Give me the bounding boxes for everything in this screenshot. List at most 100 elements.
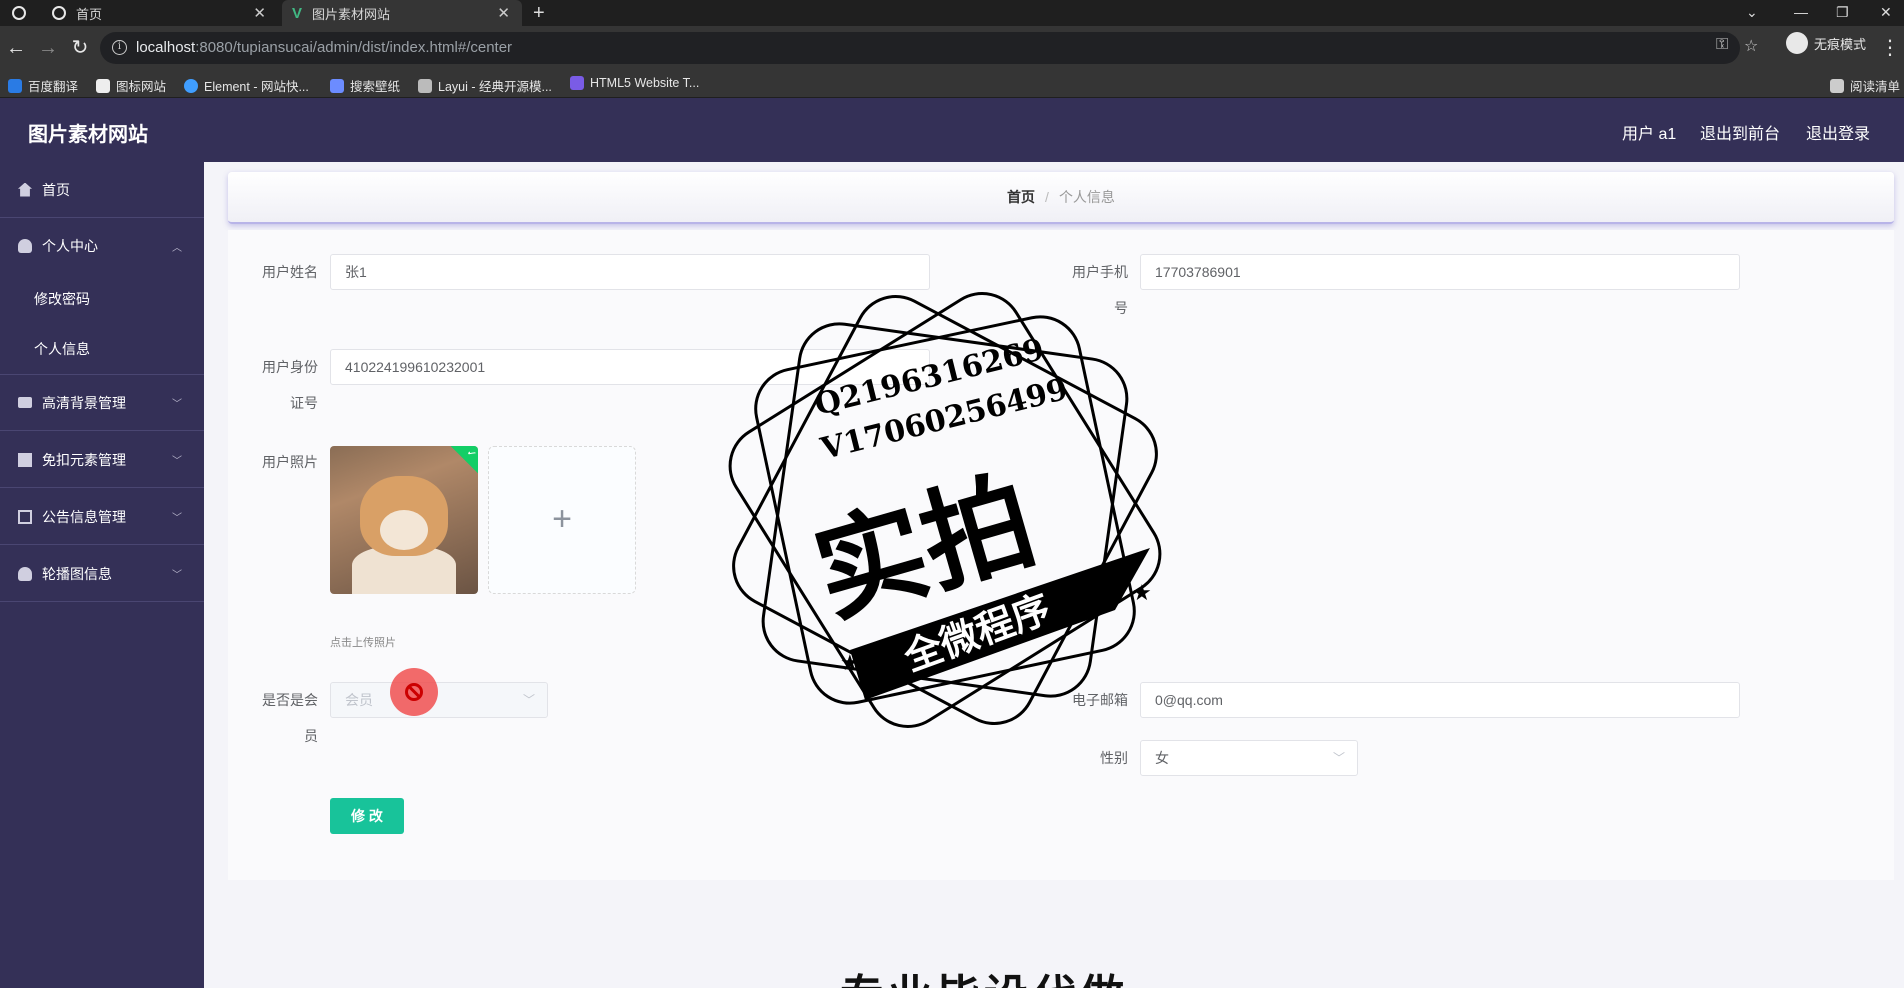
site-brand: 图片素材网站 [28, 124, 148, 146]
gender-select[interactable]: 女 ﹀ [1140, 740, 1358, 776]
reading-list[interactable]: 阅读清单 [1830, 76, 1900, 95]
chevron-down-icon: ﹀ [172, 513, 182, 524]
sidebar: 首页 个人中心 ︿ 修改密码 个人信息 高清背景管理 ﹀ 免扣元素管理 ﹀ 公告… [0, 162, 204, 988]
back-to-front-link[interactable]: 退出到前台 [1700, 120, 1780, 144]
upload-hint: 点击上传照片 [330, 637, 396, 649]
translate-icon [8, 78, 22, 93]
tab-image-site[interactable]: V 图片素材网站 ✕ [282, 0, 522, 26]
breadcrumb-current: 个人信息 [1058, 189, 1115, 205]
clipboard-icon [18, 452, 32, 467]
key-icon[interactable]: ⚿ [1716, 36, 1728, 54]
edit-submit-button[interactable]: 修 改 [330, 798, 404, 834]
member-label: 是否是会 [262, 692, 318, 708]
restore-button[interactable]: ❐ [1836, 0, 1849, 26]
sidebar-item-change-password[interactable]: 修改密码 [0, 274, 204, 324]
browser-menu-button[interactable]: ⋮ [1876, 34, 1904, 62]
url-text: localhost:8080/tupiansucai/admin/dist/in… [136, 39, 513, 56]
breadcrumb-home[interactable]: 首页 [1007, 187, 1035, 207]
sidebar-item-personal-info[interactable]: 个人信息 [0, 324, 204, 375]
sidebar-item-label: 高清背景管理 [42, 394, 126, 411]
incognito-label: 无痕模式 [1814, 36, 1867, 52]
breadcrumb: 首页 / 个人信息 [228, 172, 1894, 224]
sidebar-item-label: 个人中心 [42, 238, 98, 254]
url-input[interactable]: i localhost:8080/tupiansucai/admin/dist/… [100, 32, 1758, 64]
bookmark-item[interactable]: Element - 网站快... [184, 76, 309, 95]
bookmark-item[interactable]: 图标网站 [96, 76, 166, 95]
gender-select-value: 女 [1155, 750, 1169, 766]
incognito-badge[interactable]: 无痕模式 [1786, 32, 1866, 54]
star-icon[interactable]: ☆ [1744, 36, 1758, 56]
tab-title: 首页 [76, 6, 103, 22]
back-button[interactable]: ← [2, 34, 30, 62]
new-tab-button[interactable]: + [533, 0, 545, 26]
sidebar-item-label: 轮播图信息 [42, 565, 112, 582]
sidebar-item-label: 首页 [42, 181, 70, 198]
reload-button[interactable]: ↻ [66, 34, 94, 62]
check-icon: ✓ [449, 446, 478, 476]
sidebar-item-home[interactable]: 首页 [0, 162, 204, 218]
phone-label-cont: 号 [1114, 300, 1128, 316]
id-card-label-cont: 证号 [290, 395, 318, 411]
minimize-button[interactable]: — [1794, 0, 1808, 26]
user-photo[interactable]: ✓ [330, 446, 478, 594]
app-header: 图片素材网站 用户 a1 退出到前台 退出登录 [0, 98, 1904, 162]
watermark-bottom-text: 专业毕设代做 [840, 960, 1128, 988]
phone-label: 用户手机 [1072, 264, 1128, 280]
phone-input[interactable]: 17703786901 [1140, 254, 1740, 290]
close-icon[interactable]: ✕ [253, 4, 266, 22]
sidebar-item-label: 公告信息管理 [42, 508, 126, 525]
close-icon[interactable]: ✕ [497, 4, 510, 22]
logout-link[interactable]: 退出登录 [1806, 120, 1870, 144]
sidebar-item-cutout[interactable]: 免扣元素管理 ﹀ [0, 432, 204, 488]
sidebar-item-notice[interactable]: 公告信息管理 ﹀ [0, 489, 204, 545]
square-icon [18, 509, 32, 524]
sidebar-item-personal[interactable]: 个人中心 ︿ [0, 218, 204, 274]
flag-icon [96, 78, 110, 93]
email-label: 电子邮箱 [1072, 692, 1128, 708]
globe-icon [52, 6, 66, 20]
incognito-icon [1786, 32, 1808, 54]
chevron-down-icon: ﹀ [522, 693, 535, 707]
sidebar-item-label: 免扣元素管理 [42, 451, 126, 468]
name-label: 用户姓名 [262, 264, 318, 280]
bookmark-item[interactable]: 百度翻译 [8, 76, 78, 95]
sidebar-item-carousel[interactable]: 轮播图信息 ﹀ [0, 546, 204, 602]
member-select[interactable]: 会员 ﹀ [330, 682, 548, 718]
site-info-icon[interactable]: i [112, 40, 127, 55]
vue-icon: V [292, 4, 303, 22]
address-bar: ← → ↻ i localhost:8080/tupiansucai/admin… [0, 26, 1904, 70]
bookmark-item[interactable]: HTML5 Website T... [570, 76, 699, 90]
sidebar-item-hd-background[interactable]: 高清背景管理 ﹀ [0, 375, 204, 431]
html5-icon [570, 76, 584, 90]
chevron-down-icon: ﹀ [172, 456, 182, 467]
upload-button[interactable]: + [488, 446, 636, 594]
member-select-value: 会员 [345, 692, 373, 708]
bookmark-item[interactable]: Layui - 经典开源模... [418, 76, 552, 95]
layui-icon [418, 78, 432, 93]
id-card-label: 用户身份 [262, 359, 318, 375]
not-allowed-cursor-icon [390, 668, 438, 716]
member-label-cont: 员 [304, 728, 318, 744]
email-input[interactable]: 0@qq.com [1140, 682, 1740, 718]
monitor-icon [18, 397, 32, 408]
chevron-down-icon: ﹀ [1332, 751, 1345, 765]
tab-search-icon[interactable]: ⌄ [1746, 0, 1758, 26]
user-icon [18, 239, 32, 253]
chevron-up-icon: ︿ [172, 242, 182, 254]
bookmarks-bar: 百度翻译 图标网站 Element - 网站快... 搜索壁纸 Layui - … [0, 70, 1904, 98]
reading-list-icon [1830, 78, 1844, 93]
forward-button[interactable]: → [34, 34, 62, 62]
chevron-down-icon: ﹀ [172, 399, 182, 410]
id-card-input[interactable]: 410224199610232001 [330, 349, 930, 385]
user-name: 用户 a1 [1622, 126, 1677, 143]
tab-home[interactable]: 首页 ✕ [52, 0, 278, 26]
tab-title: 图片素材网站 [312, 6, 391, 22]
user-icon [18, 566, 32, 581]
browser-menu-icon[interactable] [12, 0, 26, 26]
wallpaper-icon [330, 78, 344, 93]
home-icon [18, 182, 32, 197]
bookmark-item[interactable]: 搜索壁纸 [330, 76, 400, 95]
browser-tab-bar: 首页 ✕ V 图片素材网站 ✕ + ⌄ — ❐ ✕ [0, 0, 1904, 26]
name-input[interactable]: 张1 [330, 254, 930, 290]
window-close-button[interactable]: ✕ [1880, 0, 1892, 26]
